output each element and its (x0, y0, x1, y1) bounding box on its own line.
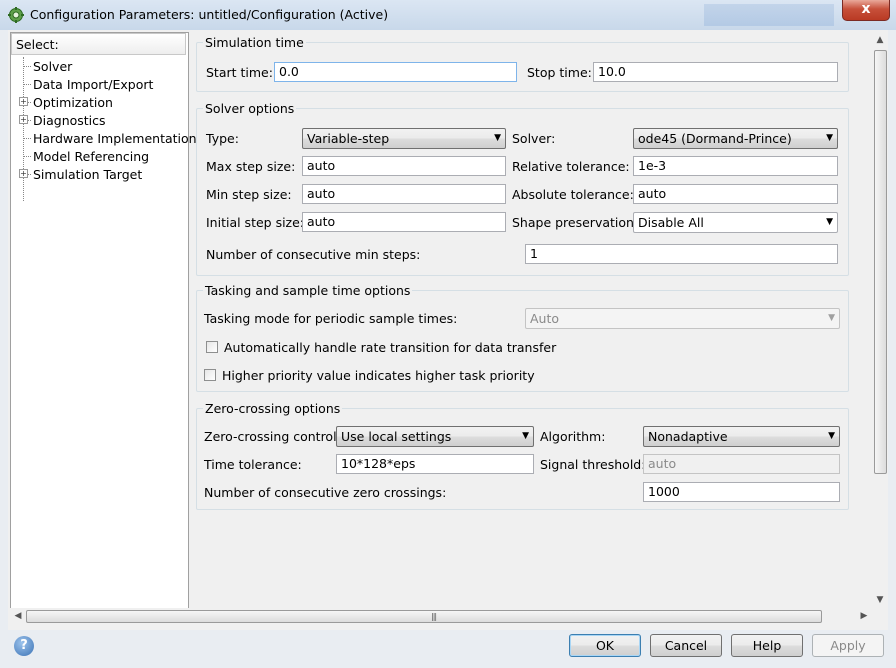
grip-icon: ||| (431, 612, 437, 621)
consecutive-min-steps-label: Number of consecutive min steps: (206, 247, 421, 262)
window-title: Configuration Parameters: untitled/Confi… (30, 7, 389, 22)
consecutive-min-steps-input[interactable]: 1 (525, 244, 838, 264)
algorithm-label: Algorithm: (540, 429, 606, 444)
time-tolerance-label: Time tolerance: (204, 457, 302, 472)
consecutive-zero-crossings-label: Number of consecutive zero crossings: (204, 485, 447, 500)
chevron-down-icon: ▼ (494, 133, 501, 143)
expand-plus-icon[interactable]: + (19, 169, 28, 178)
max-step-input[interactable]: auto (302, 156, 506, 176)
apply-button[interactable]: Apply (812, 634, 884, 657)
absolute-tolerance-label: Absolute tolerance: (512, 187, 634, 202)
solver-dropdown[interactable]: ode45 (Dormand-Prince) ▼ (633, 128, 838, 149)
titlebar-glow (704, 4, 834, 26)
min-step-label: Min step size: (206, 187, 292, 202)
tree-item-diagnostics[interactable]: + Diagnostics (11, 111, 188, 129)
tasking-mode-dropdown[interactable]: Auto ▼ (525, 308, 840, 329)
tree-item-label: Hardware Implementation (33, 131, 197, 146)
initial-step-input[interactable]: auto (302, 212, 506, 232)
scroll-down-icon[interactable]: ▼ (872, 592, 888, 608)
relative-tolerance-label: Relative tolerance: (512, 159, 630, 174)
consecutive-zero-crossings-input[interactable]: 1000 (643, 482, 840, 502)
app-gear-icon (8, 7, 24, 23)
initial-step-label: Initial step size: (206, 215, 305, 230)
horizontal-scroll-thumb[interactable]: ||| (26, 610, 822, 623)
tree-item-label: Data Import/Export (33, 77, 154, 92)
algorithm-value: Nonadaptive (648, 429, 728, 444)
signal-threshold-input[interactable]: auto (643, 454, 840, 474)
tasking-mode-label: Tasking mode for periodic sample times: (204, 311, 458, 326)
tree-item-label: Model Referencing (33, 149, 150, 164)
type-dropdown[interactable]: Variable-step ▼ (302, 128, 506, 149)
vertical-scrollbar[interactable]: ▲ ▼ (872, 32, 888, 608)
tree-item-label: Optimization (33, 95, 113, 110)
zero-crossing-control-value: Use local settings (341, 429, 452, 444)
stop-time-label: Stop time: (527, 65, 592, 80)
ok-button[interactable]: OK (569, 634, 641, 657)
tree-item-simulation-target[interactable]: + Simulation Target (11, 165, 188, 183)
start-time-input[interactable]: 0.0 (274, 62, 517, 82)
close-button[interactable]: x (842, 0, 890, 21)
zero-crossing-control-dropdown[interactable]: Use local settings ▼ (336, 426, 534, 447)
tree-item-data-import-export[interactable]: Data Import/Export (11, 75, 188, 93)
solver-dropdown-value: ode45 (Dormand-Prince) (638, 131, 792, 146)
shape-preservation-label: Shape preservation: (512, 215, 639, 230)
tree-item-optimization[interactable]: + Optimization (11, 93, 188, 111)
auto-rate-transition-checkbox[interactable] (206, 341, 218, 353)
solver-options-title: Solver options (203, 101, 297, 116)
chevron-down-icon: ▼ (826, 133, 833, 143)
absolute-tolerance-input[interactable]: auto (633, 184, 838, 204)
start-time-label: Start time: (206, 65, 273, 80)
max-step-label: Max step size: (206, 159, 296, 174)
chevron-down-icon: ▼ (828, 431, 835, 441)
zero-crossing-title: Zero-crossing options (203, 401, 343, 416)
tree-header: Select: (11, 33, 186, 55)
stop-time-input[interactable]: 10.0 (593, 62, 838, 82)
tree-header-label: Select: (16, 37, 59, 52)
shape-preservation-value: Disable All (638, 215, 704, 230)
tree-item-model-referencing[interactable]: Model Referencing (11, 147, 188, 165)
solver-label: Solver: (512, 131, 556, 146)
relative-tolerance-input[interactable]: 1e-3 (633, 156, 838, 176)
expand-plus-icon[interactable]: + (19, 97, 28, 106)
horizontal-scrollbar[interactable]: ◀ ||| ▶ (10, 608, 870, 624)
vertical-scroll-thumb[interactable] (874, 50, 887, 474)
chevron-down-icon: ▼ (522, 431, 529, 441)
tree-item-label: Simulation Target (33, 167, 143, 182)
tree-item-label: Diagnostics (33, 113, 106, 128)
tree-item-solver[interactable]: Solver (11, 57, 188, 75)
scroll-up-icon[interactable]: ▲ (872, 32, 888, 48)
algorithm-dropdown[interactable]: Nonadaptive ▼ (643, 426, 840, 447)
time-tolerance-input[interactable]: 10*128*eps (336, 454, 534, 474)
auto-rate-transition-label: Automatically handle rate transition for… (224, 340, 557, 355)
type-dropdown-value: Variable-step (307, 131, 390, 146)
shape-preservation-dropdown[interactable]: Disable All ▼ (633, 212, 838, 233)
cancel-button[interactable]: Cancel (650, 634, 722, 657)
type-label: Type: (206, 131, 239, 146)
tasking-mode-value: Auto (530, 311, 560, 326)
chevron-down-icon: ▼ (826, 217, 833, 227)
help-question-icon[interactable]: ? (14, 636, 34, 656)
simulation-time-title: Simulation time (203, 35, 306, 50)
higher-priority-label: Higher priority value indicates higher t… (222, 368, 535, 383)
scroll-left-icon[interactable]: ◀ (10, 608, 26, 624)
tasking-title: Tasking and sample time options (203, 283, 413, 298)
higher-priority-checkbox[interactable] (204, 369, 216, 381)
expand-plus-icon[interactable]: + (19, 115, 28, 124)
category-tree[interactable]: Select: Solver Data Import/Export + Optim… (10, 32, 197, 610)
help-button[interactable]: Help (731, 634, 803, 657)
tree-item-label: Solver (33, 59, 73, 74)
signal-threshold-label: Signal threshold: (540, 457, 646, 472)
min-step-input[interactable]: auto (302, 184, 506, 204)
scroll-right-icon[interactable]: ▶ (856, 608, 872, 624)
tree-item-hardware-implementation[interactable]: Hardware Implementation (11, 129, 197, 147)
chevron-down-icon: ▼ (828, 313, 835, 323)
zero-crossing-control-label: Zero-crossing control: (204, 429, 341, 444)
